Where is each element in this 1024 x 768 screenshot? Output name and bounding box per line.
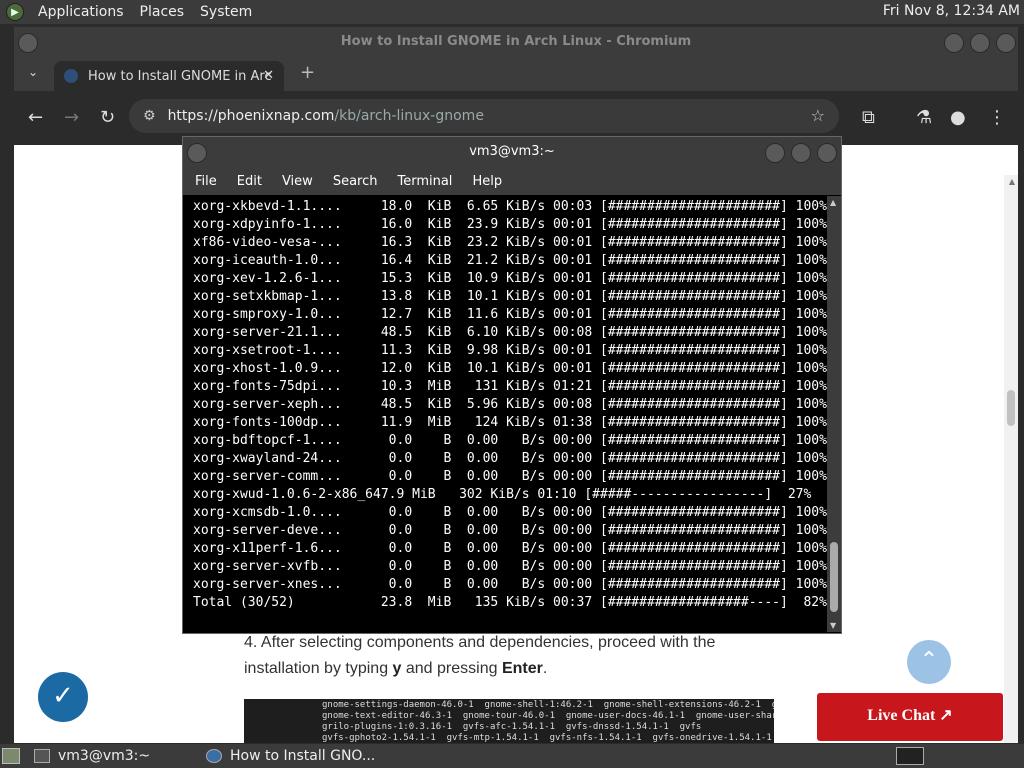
- back-arrow-icon[interactable]: ←: [28, 107, 43, 128]
- terminal-line: xorg-xwayland-24... 0.0 B 0.00 B/s 00:00…: [193, 451, 827, 466]
- terminal-scroll-up-icon[interactable]: ▲: [830, 198, 836, 207]
- terminal-output[interactable]: xorg-xkbevd-1.1.... 18.0 KiB 6.65 KiB/s …: [183, 196, 827, 632]
- tab-title: How to Install GNOME in Arc: [88, 68, 272, 84]
- show-desktop-icon[interactable]: [2, 748, 20, 764]
- terminal-line: xorg-fonts-100dp... 11.9 MiB 124 KiB/s 0…: [193, 415, 827, 430]
- more-menu-icon[interactable]: ⋮: [988, 107, 1006, 128]
- top-panel: ▶ Applications Places System Fri Nov 8, …: [0, 0, 1024, 24]
- labs-flask-icon[interactable]: ⚗: [916, 107, 932, 128]
- bottom-panel: vm3@vm3:~ How to Install GNO...: [0, 744, 1024, 768]
- terminal-line: xorg-xdpyinfo-1.... 16.0 KiB 23.9 KiB/s …: [193, 217, 827, 232]
- taskbar-item-label: How to Install GNO...: [230, 748, 376, 764]
- reload-icon[interactable]: ↻: [100, 107, 115, 128]
- terminal-line: xorg-x11perf-1.6... 0.0 B 0.00 B/s 00:00…: [193, 541, 827, 556]
- terminal-line: Total (30/52) 23.8 MiB 135 KiB/s 00:37 […: [193, 595, 827, 610]
- tab-search-chevron-icon[interactable]: ⌄: [28, 65, 38, 79]
- terminal-title: vm3@vm3:~: [469, 144, 555, 159]
- new-tab-button[interactable]: +: [300, 62, 315, 83]
- terminal-line: xorg-server-comm... 0.0 B 0.00 B/s 00:00…: [193, 469, 827, 484]
- chromium-icon: [206, 749, 222, 763]
- favicon-icon: [64, 69, 78, 83]
- terminal-window-menu-button[interactable]: [187, 143, 207, 163]
- terminal-maximize-button[interactable]: [791, 143, 811, 163]
- taskbar-item-label: vm3@vm3:~: [58, 748, 151, 764]
- terminal-line: xorg-xcmsdb-1.0.... 0.0 B 0.00 B/s 00:00…: [193, 505, 827, 520]
- taskbar-item-terminal[interactable]: vm3@vm3:~: [34, 746, 150, 766]
- terminal-line: xorg-bdftopcf-1.... 0.0 B 0.00 B/s 00:00…: [193, 433, 827, 448]
- bookmark-star-icon[interactable]: ☆: [811, 106, 825, 125]
- terminal-menu-file[interactable]: File: [195, 174, 217, 189]
- url-text[interactable]: https://phoenixnap.com/kb/arch-linux-gno…: [168, 108, 484, 124]
- terminal-line: xf86-video-vesa-... 16.3 KiB 23.2 KiB/s …: [193, 235, 827, 250]
- tab-bar: ⌄ How to Install GNOME in Arc ✕ +: [14, 57, 1018, 91]
- url-domain: https://phoenixnap.com: [167, 108, 335, 124]
- menu-applications[interactable]: Applications: [38, 4, 124, 20]
- back-to-top-button[interactable]: ⌃: [907, 640, 951, 684]
- terminal-scroll-thumb[interactable]: [830, 542, 838, 612]
- browser-window-title: How to Install GNOME in Arch Linux - Chr…: [340, 34, 692, 49]
- browser-titlebar[interactable]: How to Install GNOME in Arch Linux - Chr…: [14, 27, 1018, 57]
- code-screenshot: gnome-settings-daemon-46.0-1 gnome-shell…: [244, 699, 774, 743]
- close-window-button[interactable]: [996, 33, 1016, 53]
- clock[interactable]: Fri Nov 8, 12:34 AM: [883, 3, 1020, 19]
- terminal-line: xorg-server-21.1... 48.5 KiB 6.10 KiB/s …: [193, 325, 827, 340]
- terminal-icon: [34, 749, 50, 763]
- code-line: grilo-plugins-1:0.3.16-1 gvfs-afc-1.54.1…: [322, 722, 702, 732]
- terminal-line: xorg-xev-1.2.6-1... 15.3 KiB 10.9 KiB/s …: [193, 271, 827, 286]
- workspace-switcher[interactable]: [896, 747, 924, 765]
- terminal-line: xorg-setxkbmap-1... 13.8 KiB 10.1 KiB/s …: [193, 289, 827, 304]
- live-chat-button[interactable]: Live Chat ↗: [817, 693, 1003, 741]
- terminal-titlebar[interactable]: vm3@vm3:~: [183, 137, 841, 167]
- address-bar[interactable]: ⚙ https://phoenixnap.com/kb/arch-linux-g…: [129, 99, 839, 133]
- terminal-menu-view[interactable]: View: [282, 174, 313, 189]
- code-line: gvfs-gphoto2-1.54.1-1 gvfs-mtp-1.54.1-1 …: [322, 733, 772, 743]
- terminal-line: xorg-xsetroot-1.... 11.3 KiB 9.98 KiB/s …: [193, 343, 827, 358]
- terminal-line: xorg-server-xeph... 48.5 KiB 5.96 KiB/s …: [193, 397, 827, 412]
- window-menu-button[interactable]: [18, 33, 38, 53]
- distro-logo-icon[interactable]: ▶: [6, 3, 24, 21]
- terminal-line: xorg-server-xnes... 0.0 B 0.00 B/s 00:00…: [193, 577, 827, 592]
- menu-system[interactable]: System: [200, 4, 252, 20]
- code-line: gnome-text-editor-46.3-1 gnome-tour-46.0…: [322, 711, 774, 721]
- terminal-line: xorg-xkbevd-1.1.... 18.0 KiB 6.65 KiB/s …: [193, 199, 827, 214]
- terminal-line: xorg-server-xvfb... 0.0 B 0.00 B/s 00:00…: [193, 559, 827, 574]
- terminal-line: xorg-iceauth-1.0... 16.4 KiB 21.2 KiB/s …: [193, 253, 827, 268]
- terminal-menubar: File Edit View Search Terminal Help: [183, 167, 841, 195]
- extensions-icon[interactable]: ⧉: [862, 107, 875, 128]
- step-key-enter: Enter: [501, 660, 543, 677]
- maximize-button[interactable]: [970, 33, 990, 53]
- scroll-up-icon[interactable]: ▲: [1009, 177, 1015, 186]
- taskbar-item-chromium[interactable]: How to Install GNO...: [206, 746, 375, 766]
- step-text-mid: and pressing: [401, 660, 502, 677]
- terminal-close-button[interactable]: [817, 143, 837, 163]
- forward-arrow-icon[interactable]: →: [64, 107, 79, 128]
- url-path: /kb/arch-linux-gnome: [334, 108, 484, 124]
- tab-active[interactable]: How to Install GNOME in Arc ✕: [54, 61, 284, 91]
- terminal-line: xorg-smproxy-1.0... 12.7 KiB 11.6 KiB/s …: [193, 307, 827, 322]
- minimize-button[interactable]: [944, 33, 964, 53]
- terminal-menu-edit[interactable]: Edit: [237, 174, 262, 189]
- terminal-line: xorg-xhost-1.0.9... 12.0 KiB 10.1 KiB/s …: [193, 361, 827, 376]
- menu-places[interactable]: Places: [140, 4, 185, 20]
- profile-avatar-icon[interactable]: ●: [950, 107, 966, 128]
- terminal-window: vm3@vm3:~ File Edit View Search Terminal…: [182, 136, 842, 634]
- code-line: gnome-settings-daemon-46.0-1 gnome-shell…: [322, 700, 774, 710]
- terminal-menu-help[interactable]: Help: [472, 174, 502, 189]
- terminal-minimize-button[interactable]: [765, 143, 785, 163]
- terminal-line: xorg-xwud-1.0.6-2-x86_647.9 MiB 302 KiB/…: [193, 487, 812, 502]
- phoenixnap-check-logo-icon[interactable]: ✓: [38, 672, 88, 722]
- terminal-line: xorg-fonts-75dpi... 10.3 MiB 131 KiB/s 0…: [193, 379, 827, 394]
- terminal-line: xorg-server-deve... 0.0 B 0.00 B/s 00:00…: [193, 523, 827, 538]
- terminal-menu-search[interactable]: Search: [333, 174, 378, 189]
- tab-close-icon[interactable]: ✕: [263, 68, 274, 83]
- terminal-scrollbar[interactable]: ▲ ▼: [827, 196, 841, 632]
- step-4-text: 4. After selecting components and depend…: [244, 630, 744, 682]
- terminal-scroll-down-icon[interactable]: ▼: [830, 621, 836, 630]
- step-text-end: .: [542, 660, 548, 677]
- page-scroll-thumb[interactable]: [1007, 390, 1015, 426]
- page-scrollbar[interactable]: ▲: [1004, 175, 1018, 743]
- terminal-menu-terminal[interactable]: Terminal: [397, 174, 452, 189]
- site-settings-icon[interactable]: ⚙: [143, 108, 156, 124]
